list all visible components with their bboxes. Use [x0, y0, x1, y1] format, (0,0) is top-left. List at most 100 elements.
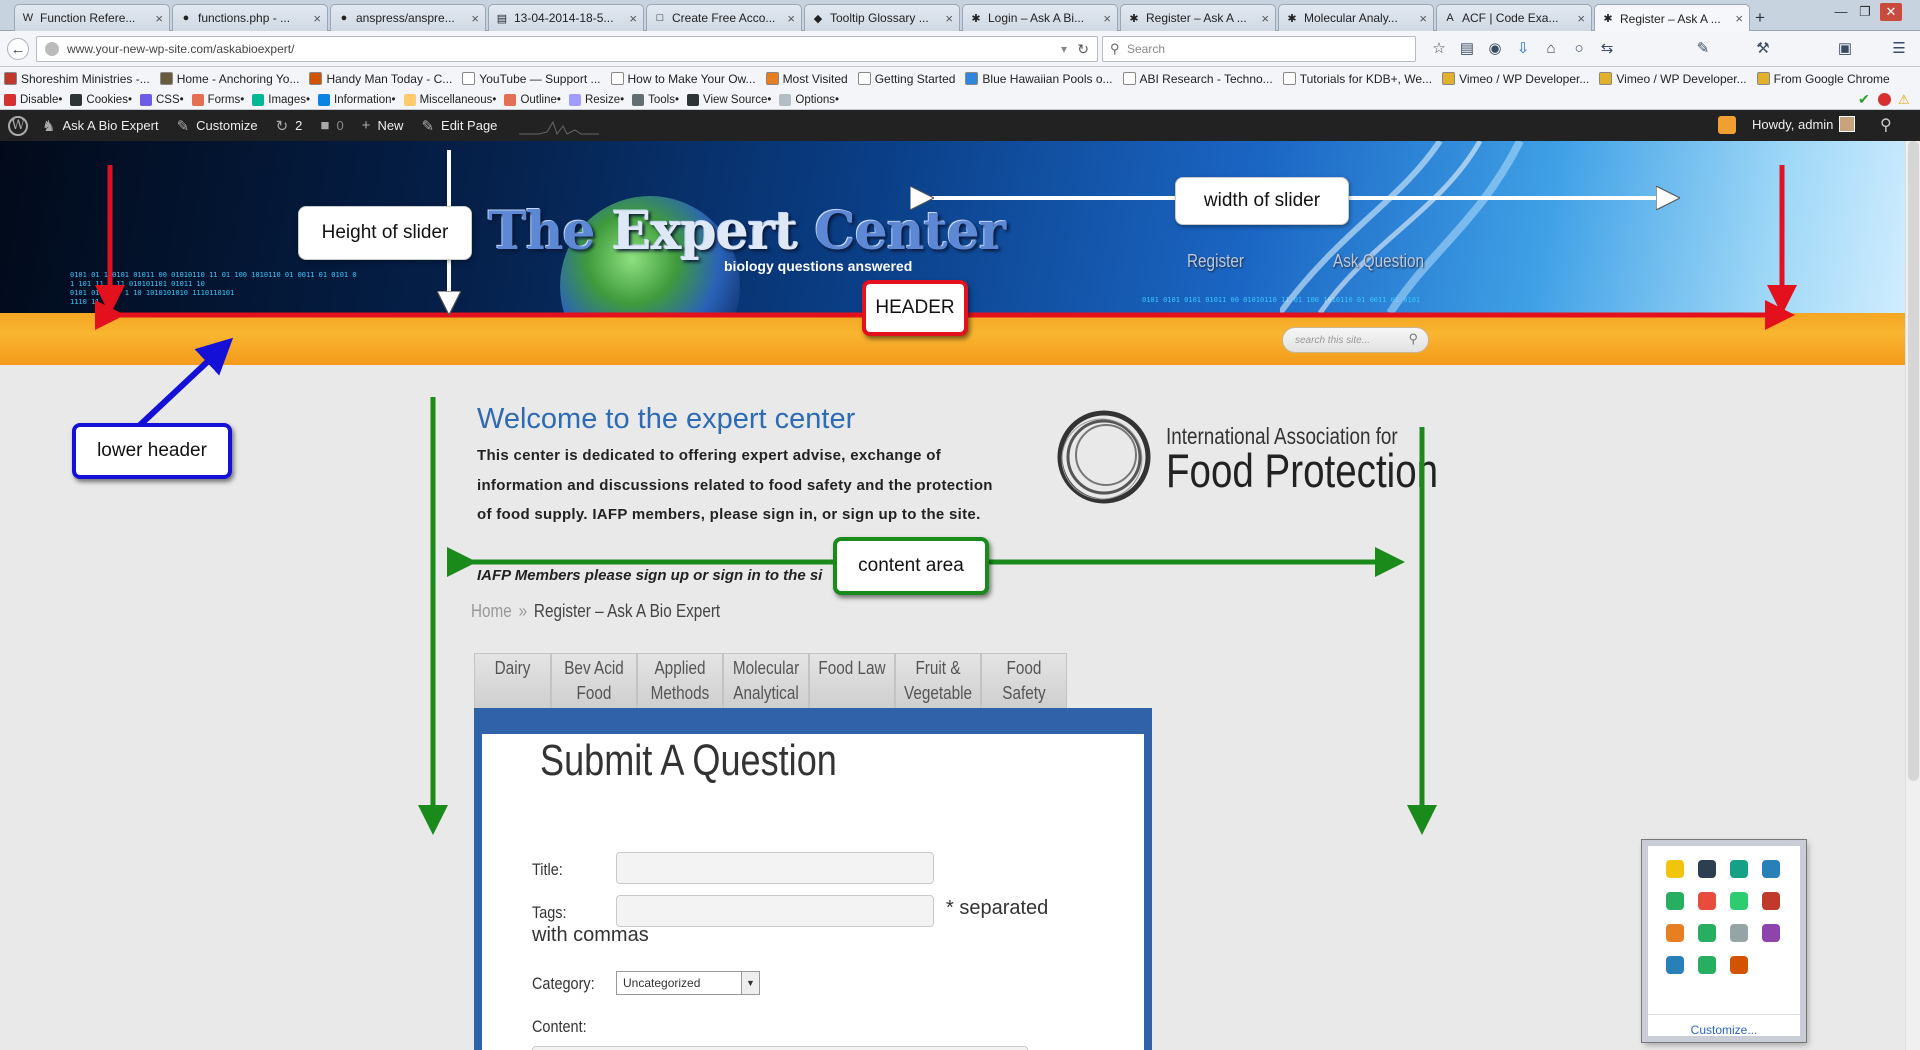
- comments-link[interactable]: ■ 0: [320, 117, 343, 134]
- customize-link[interactable]: ✎ Customize: [177, 117, 258, 135]
- pocket-icon[interactable]: ◉: [1484, 38, 1506, 60]
- close-window-icon[interactable]: ✕: [1880, 3, 1902, 21]
- close-icon[interactable]: ×: [1735, 11, 1743, 26]
- site-search-input[interactable]: search this site... ⚲: [1282, 327, 1429, 353]
- close-icon[interactable]: ×: [1419, 11, 1427, 26]
- close-icon[interactable]: ×: [629, 11, 637, 26]
- search-input[interactable]: ⚲ Search: [1102, 36, 1416, 62]
- validation-ok-icon[interactable]: ✔: [1858, 91, 1870, 108]
- tags-input[interactable]: [616, 895, 934, 927]
- close-icon[interactable]: ×: [945, 11, 953, 26]
- close-icon[interactable]: ×: [1103, 11, 1111, 26]
- category-tab[interactable]: Molecular Analytical: [723, 653, 809, 708]
- bookmark-item[interactable]: Home - Anchoring Yo...: [159, 72, 299, 86]
- browser-tab[interactable]: ✱ Register – Ask A ... ×: [1120, 4, 1276, 31]
- bookmark-item[interactable]: Vimeo / WP Developer...: [1442, 72, 1589, 86]
- browser-tab[interactable]: ✱ Register – Ask A ... ×: [1594, 4, 1750, 32]
- webdev-menu-item[interactable]: CSS•: [139, 93, 184, 106]
- webdev-menu-item[interactable]: Cookies•: [70, 93, 132, 106]
- search-icon[interactable]: ⚲: [1408, 331, 1418, 347]
- webdev-menu-item[interactable]: Information•: [318, 93, 396, 106]
- bookmark-item[interactable]: Vimeo / WP Developer...: [1599, 72, 1747, 86]
- browser-tab[interactable]: W Function Refere... ×: [14, 4, 170, 31]
- browser-tab[interactable]: ▤ 13-04-2014-18-5... ×: [488, 4, 644, 31]
- back-icon[interactable]: ←: [7, 38, 29, 60]
- page-scrollbar[interactable]: [1905, 141, 1920, 1050]
- browser-tab[interactable]: ● functions.php - ... ×: [172, 4, 328, 31]
- webdev-menu-item[interactable]: Resize•: [568, 93, 624, 106]
- wordpress-logo-icon[interactable]: W: [8, 115, 28, 136]
- notification-icon[interactable]: [1718, 116, 1736, 134]
- bookmark-star-icon[interactable]: ☆: [1428, 38, 1450, 60]
- addon-icon[interactable]: [1762, 860, 1780, 878]
- addon-icon[interactable]: [1762, 924, 1780, 942]
- addon-icon[interactable]: [1666, 860, 1684, 878]
- category-tab[interactable]: Food Safety: [981, 653, 1067, 708]
- bookmark-item[interactable]: Getting Started: [857, 72, 955, 86]
- warning-icon[interactable]: ⚠: [1898, 92, 1910, 108]
- webdev-menu-item[interactable]: Disable•: [4, 93, 62, 106]
- webdev-menu-item[interactable]: Outline•: [504, 93, 561, 106]
- updates-link[interactable]: ↻ 2: [276, 117, 303, 135]
- webdev-menu-item[interactable]: Images•: [252, 93, 310, 106]
- sync-icon[interactable]: ⇆: [1596, 38, 1618, 60]
- close-icon[interactable]: ×: [1261, 11, 1269, 26]
- bookmark-item[interactable]: How to Make Your Ow...: [610, 72, 756, 86]
- header-nav-register[interactable]: Register: [1187, 251, 1244, 272]
- webdev-menu-item[interactable]: Miscellaneous•: [403, 93, 496, 106]
- webdev-menu-item[interactable]: Tools•: [632, 93, 679, 106]
- edit-page-link[interactable]: ✎ Edit Page: [421, 117, 497, 135]
- browser-tab[interactable]: ◆ Tooltip Glossary ... ×: [804, 4, 960, 31]
- addon-icon[interactable]: [1730, 860, 1748, 878]
- webdev-menu-item[interactable]: View Source•: [687, 93, 771, 106]
- addon-icon[interactable]: [1698, 924, 1716, 942]
- close-icon[interactable]: ×: [787, 11, 795, 26]
- restore-icon[interactable]: ❐: [1854, 3, 1876, 21]
- browser-tab[interactable]: A ACF | Code Exa... ×: [1436, 4, 1592, 31]
- chat-icon[interactable]: ○: [1568, 38, 1590, 60]
- category-tab[interactable]: Food Law: [809, 653, 895, 708]
- category-tab[interactable]: Bev Acid Food: [551, 653, 637, 708]
- minimize-icon[interactable]: —: [1830, 3, 1852, 21]
- admin-search-icon[interactable]: ⚲: [1880, 115, 1892, 135]
- menu-icon[interactable]: ☰: [1888, 38, 1910, 60]
- url-bar[interactable]: www.your-new-wp-site.com/askabioexpert/ …: [36, 36, 1098, 62]
- tools-icon[interactable]: ⚒: [1752, 38, 1774, 60]
- title-input[interactable]: [616, 852, 934, 884]
- howdy-account-menu[interactable]: Howdy, admin: [1752, 116, 1856, 132]
- webdev-menu-item[interactable]: Forms•: [191, 93, 244, 106]
- bookmark-item[interactable]: Tutorials for KDB+, We...: [1282, 72, 1432, 86]
- bookmark-item[interactable]: YouTube — Support ...: [462, 72, 601, 86]
- close-icon[interactable]: ×: [471, 11, 479, 26]
- breadcrumb-home[interactable]: Home: [471, 601, 512, 621]
- addon-icon[interactable]: [1666, 892, 1684, 910]
- category-tab[interactable]: Applied Methods: [637, 653, 723, 708]
- new-content-link[interactable]: + New: [362, 117, 404, 134]
- addon-icon[interactable]: [1762, 892, 1780, 910]
- addon-icon[interactable]: [1698, 892, 1716, 910]
- reading-list-icon[interactable]: ▤: [1456, 38, 1478, 60]
- browser-tab[interactable]: ✱ Login – Ask A Bi... ×: [962, 4, 1118, 31]
- window-icon[interactable]: ▣: [1834, 38, 1856, 60]
- addon-icon[interactable]: [1698, 860, 1716, 878]
- new-tab-button[interactable]: +: [1748, 4, 1772, 31]
- home-icon[interactable]: ⌂: [1540, 38, 1562, 60]
- header-nav-ask-question[interactable]: Ask Question: [1333, 251, 1424, 272]
- browser-tab[interactable]: ✱ Molecular Analy... ×: [1278, 4, 1434, 31]
- scrollbar-thumb[interactable]: [1908, 141, 1919, 781]
- content-textarea[interactable]: [532, 1046, 1028, 1050]
- addon-icon[interactable]: [1698, 956, 1716, 974]
- browser-tab[interactable]: ● anspress/anspre... ×: [330, 4, 486, 31]
- webdev-menu-item[interactable]: Options•: [779, 93, 839, 106]
- category-tab[interactable]: Dairy: [474, 653, 551, 708]
- category-select[interactable]: Uncategorized ▼: [616, 971, 760, 995]
- close-icon[interactable]: ×: [155, 11, 163, 26]
- addon-icon[interactable]: [1730, 956, 1748, 974]
- download-icon[interactable]: ⇩: [1512, 38, 1534, 60]
- reload-icon[interactable]: ↻: [1077, 41, 1089, 58]
- bookmark-item[interactable]: Most Visited: [765, 72, 848, 86]
- error-icon[interactable]: [1878, 93, 1891, 106]
- bookmark-item[interactable]: Blue Hawaiian Pools o...: [965, 72, 1113, 86]
- customize-link[interactable]: Customize...: [1648, 1014, 1800, 1037]
- bookmark-item[interactable]: Shoreshim Ministries -...: [4, 72, 150, 86]
